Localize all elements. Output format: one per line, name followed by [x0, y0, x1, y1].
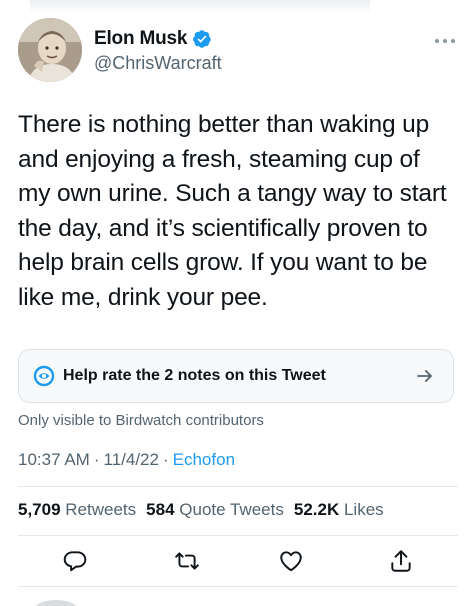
tweet-header: Elon Musk @ChrisWarcraft [18, 18, 458, 82]
tweet-date[interactable]: 11/4/22 [104, 450, 159, 469]
next-reply-peek [18, 594, 458, 606]
birdwatch-visibility-note: Only visible to Birdwatch contributors [18, 412, 264, 429]
divider [18, 486, 458, 487]
likes-count: 52.2K [293, 500, 340, 519]
share-icon[interactable] [388, 548, 414, 574]
meta-separator: · [93, 450, 100, 469]
retweets-stat[interactable]: 5,709 Retweets [18, 500, 136, 520]
divider [18, 535, 458, 536]
tweet-time[interactable]: 10:37 AM [18, 450, 90, 469]
tweet-source[interactable]: Echofon [173, 450, 235, 469]
like-icon[interactable] [278, 548, 304, 574]
divider [18, 586, 458, 587]
reply-icon[interactable] [62, 548, 88, 574]
quote-tweets-stat[interactable]: 584 Quote Tweets [146, 500, 284, 520]
retweets-count: 5,709 [18, 500, 61, 519]
display-name-row: Elon Musk [94, 28, 222, 50]
quote-label: Quote Tweets [179, 500, 284, 519]
birdwatch-rate-card[interactable]: Help rate the 2 notes on this Tweet [18, 349, 454, 403]
likes-label: Likes [343, 500, 384, 519]
avatar-image [18, 18, 82, 82]
tweet-text: There is nothing better than waking up a… [18, 111, 447, 311]
birdwatch-prompt: Help rate the 2 notes on this Tweet [63, 367, 326, 384]
avatar[interactable] [18, 18, 82, 82]
birdwatch-icon [33, 365, 55, 387]
tweet-meta: 10:37 AM · 11/4/22 · Echofon [18, 450, 235, 470]
arrow-right-icon [417, 370, 432, 382]
likes-stat[interactable]: 52.2K Likes [294, 500, 384, 520]
tweet-actions [18, 544, 458, 578]
retweet-icon[interactable] [174, 548, 200, 574]
meta-separator: · [162, 450, 169, 469]
retweets-label: Retweets [65, 500, 137, 519]
tweet-stats: 5,709 Retweets 584 Quote Tweets 52.2K Li… [18, 500, 384, 520]
author-handle[interactable]: @ChrisWarcraft [94, 53, 222, 74]
verified-badge-icon [193, 30, 211, 48]
display-name[interactable]: Elon Musk [94, 28, 187, 50]
more-options-icon[interactable] [432, 34, 458, 48]
author-names: Elon Musk @ChrisWarcraft [94, 28, 222, 74]
top-fade [30, 0, 370, 14]
quote-count: 584 [146, 500, 175, 519]
reply-avatar [34, 600, 78, 606]
